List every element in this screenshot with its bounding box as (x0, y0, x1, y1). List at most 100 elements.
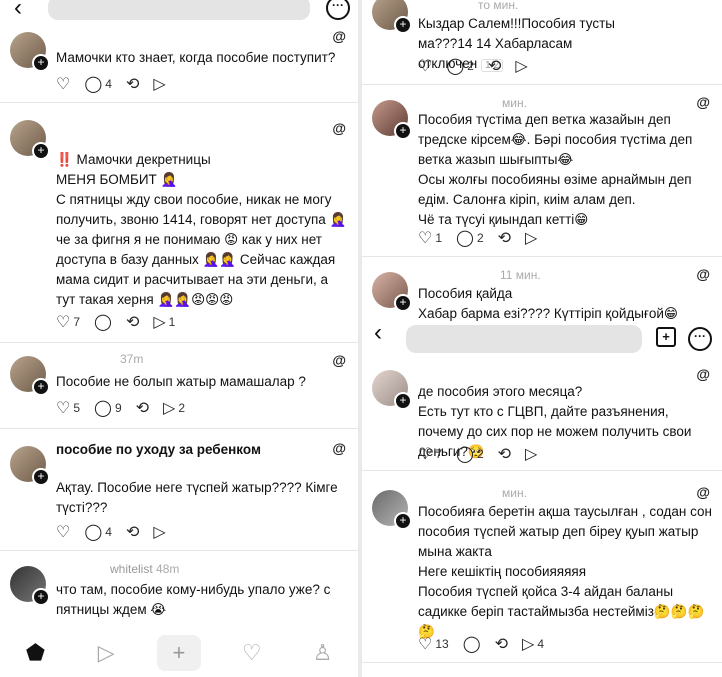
back-icon[interactable]: ‹ (14, 0, 22, 22)
share-button[interactable]: ▷ 2 (163, 398, 185, 418)
avatar[interactable]: + (10, 120, 50, 160)
comment-icon: ◯ (456, 230, 474, 247)
like-button[interactable]: ♡ 7 (56, 312, 80, 332)
like-button[interactable]: ♡ (56, 74, 70, 94)
send-icon: ▷ (515, 58, 528, 75)
send-icon: ▷ (153, 314, 166, 331)
share-button[interactable]: ▷ 1 (153, 312, 175, 332)
post-card[interactable]: + то мин. Кыздар Салем!!!Пособия тусты м… (362, 0, 722, 85)
comment-button[interactable]: ◯ (94, 312, 112, 332)
repost-icon: ⟲ (125, 76, 140, 93)
avatar[interactable]: + (372, 100, 412, 140)
repost-button[interactable]: ⟲ (126, 74, 139, 94)
person-icon[interactable]: ♙ (303, 640, 343, 666)
comment-button[interactable]: ◯ 2 (456, 228, 484, 248)
post-actions: ♡ ◯ 4 ⟲ ▷ (56, 74, 166, 94)
repost-button[interactable]: ⟲ (126, 312, 139, 332)
follow-plus-icon[interactable]: + (32, 468, 50, 486)
comment-button[interactable]: ◯ (463, 634, 481, 654)
heart-icon[interactable]: ♡ (232, 640, 272, 666)
follow-plus-icon[interactable]: + (394, 294, 412, 312)
post-card[interactable]: + @ Мамочки кто знает, когда пособие пос… (0, 24, 358, 103)
comment-button[interactable]: ◯ 4 (84, 74, 112, 94)
share-button[interactable]: ▷ 4 (522, 634, 544, 654)
post-card[interactable]: + пособие по уходу за ребенком @ Ақтау. … (0, 432, 358, 551)
avatar[interactable]: + (10, 446, 50, 486)
share-button[interactable]: ▷ (515, 56, 527, 76)
plus-icon[interactable]: + (156, 635, 201, 671)
back-icon[interactable]: ‹ (374, 319, 382, 347)
avatar[interactable]: + (372, 0, 412, 34)
share-button[interactable]: ▷ (525, 228, 537, 248)
post-card[interactable]: + @ ‼️ Мамочки декретницы МЕНЯ БОМБИТ 🤦‍… (0, 110, 358, 343)
repost-button[interactable]: ⟲ (495, 634, 508, 654)
repost-icon: ⟲ (125, 524, 140, 541)
follow-plus-icon[interactable]: + (394, 392, 412, 410)
follow-plus-icon[interactable]: + (32, 378, 50, 396)
comment-icon: ◯ (456, 446, 474, 463)
like-button[interactable]: ♡ 1 (418, 228, 442, 248)
avatar[interactable]: + (372, 272, 412, 312)
top-bar: ‹ ··· (0, 0, 358, 22)
post-text: Пособия қайда Хабар барма езі???? Күттір… (418, 286, 678, 321)
share-button[interactable]: ▷ (153, 74, 165, 94)
send-icon: ▷ (163, 400, 176, 417)
comment-button[interactable]: ◯ 4 (84, 522, 112, 542)
follow-plus-icon[interactable]: + (32, 588, 50, 606)
avatar[interactable]: + (10, 566, 50, 606)
comment-icon: ◯ (94, 314, 112, 331)
post-text: Мамочки кто знает, когда пособие поступи… (56, 50, 336, 65)
post-text: Ақтау. Пособие неге түспей жатыр???? Кім… (56, 480, 338, 515)
post-text: Пособияға беретін ақша таусылған , содан… (418, 504, 712, 639)
like-button[interactable]: ♡ 7 (418, 444, 442, 464)
more-icon[interactable]: ··· (326, 0, 350, 20)
follow-plus-icon[interactable]: + (394, 512, 412, 530)
repost-button[interactable]: ⟲ (136, 398, 149, 418)
like-button[interactable]: ♡ (56, 522, 70, 542)
post-card[interactable]: + мин. @ Пособияға беретін ақша таусылға… (362, 476, 722, 663)
heart-icon: ♡ (56, 76, 71, 93)
post-card[interactable]: + whitelist 48m что там, пособие кому-ни… (0, 556, 358, 636)
post-time: мин. (502, 486, 527, 500)
like-button[interactable]: ♡ (418, 56, 432, 76)
post-card[interactable]: + 37m @ Пособие не болып жатыр мамашалар… (0, 346, 358, 429)
home-icon[interactable]: ⬟ (15, 640, 55, 666)
post-card[interactable]: + @ де пособия этого месяца? Есть тут кт… (362, 360, 722, 471)
post-card[interactable]: + мин. @ Пособия түстіма деп ветка жазай… (362, 88, 722, 257)
comment-button[interactable]: ◯ 2 (456, 444, 484, 464)
more-icon[interactable]: ··· (688, 327, 712, 351)
post-time: 37m (120, 352, 144, 366)
avatar[interactable]: + (10, 32, 50, 72)
share-button[interactable]: ▷ (525, 444, 537, 464)
comment-button[interactable]: ◯ 2 (446, 56, 474, 76)
blurred-search[interactable] (48, 0, 310, 20)
send-icon[interactable]: ▷ (86, 640, 126, 666)
post-actions: ♡ ◯ 2 ⟲ ▷ (418, 56, 528, 76)
follow-plus-icon[interactable]: + (32, 142, 50, 160)
post-actions: ♡ 1 ◯ 2 ⟲ ▷ (418, 228, 537, 248)
avatar[interactable]: + (10, 356, 50, 396)
repost-button[interactable]: ⟲ (126, 522, 139, 542)
repost-icon: ⟲ (494, 636, 509, 653)
post-username: whitelist 48m (110, 562, 180, 576)
heart-icon: ♡ (418, 446, 433, 463)
like-button[interactable]: ♡ 13 (418, 634, 449, 654)
blurred-search[interactable] (406, 325, 642, 353)
heart-icon: ♡ (418, 230, 433, 247)
comment-button[interactable]: ◯ 9 (94, 398, 122, 418)
like-button[interactable]: ♡ 5 (56, 398, 80, 418)
post-text: Пособия түстіма деп ветка жазайын деп тр… (418, 112, 693, 227)
follow-plus-icon[interactable]: + (32, 54, 50, 72)
repost-button[interactable]: ⟲ (498, 444, 511, 464)
repost-button[interactable]: ⟲ (498, 228, 511, 248)
follow-plus-icon[interactable]: + (394, 16, 412, 34)
avatar[interactable]: + (372, 490, 412, 530)
repost-button[interactable]: ⟲ (488, 56, 501, 76)
avatar[interactable]: + (372, 370, 412, 410)
post-card[interactable]: + 11 мин. @ Пособия қайда Хабар барма ез… (362, 262, 722, 324)
follow-plus-icon[interactable]: + (394, 122, 412, 140)
new-thread-icon[interactable]: + (656, 327, 676, 347)
share-button[interactable]: ▷ (153, 522, 165, 542)
repost-icon: ⟲ (125, 314, 140, 331)
post-actions: ♡ 7 ◯ ⟲ ▷ 1 (56, 312, 175, 332)
